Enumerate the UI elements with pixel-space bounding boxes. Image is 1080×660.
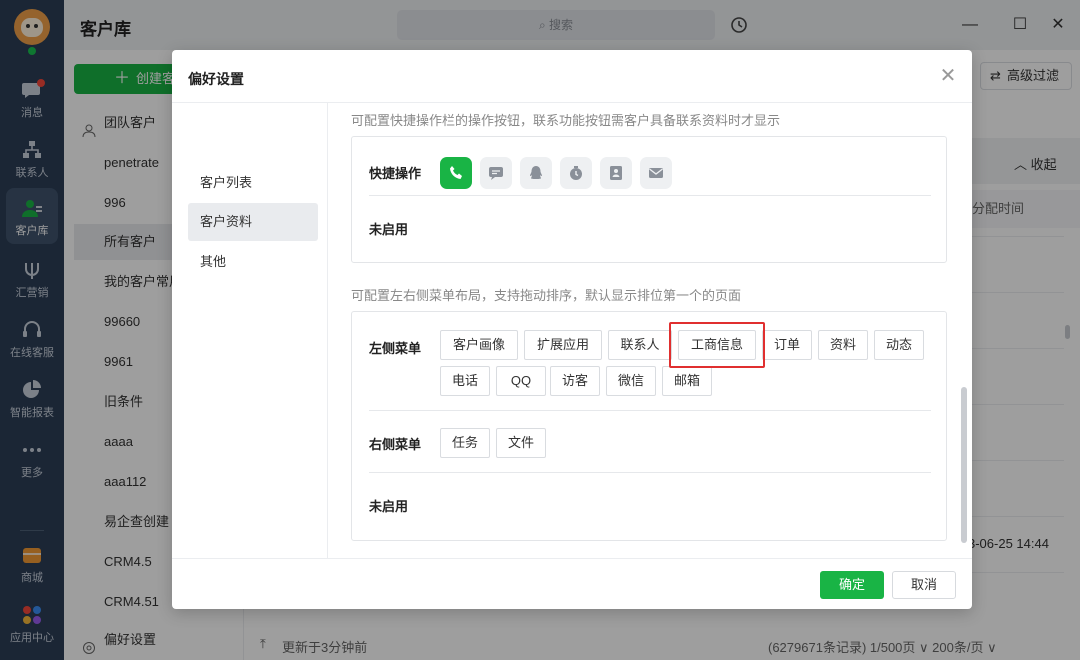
menu-layout-card: 左侧菜单 客户画像 扩展应用 联系人 工商信息 订单 资料 动态 电话 QQ 访… <box>351 311 947 541</box>
unused-label: 未启用 <box>369 222 409 237</box>
nav-item-other[interactable]: 其他 <box>188 243 318 281</box>
qq-penguin-icon[interactable] <box>520 157 552 189</box>
settings-content: 可配置快捷操作栏的操作按钮，联系功能按钮需客户具备联系资料时才显示 快捷操作 未… <box>329 103 972 558</box>
highlight-box <box>669 322 765 368</box>
message-icon[interactable] <box>480 157 512 189</box>
menu-tag[interactable]: QQ <box>496 366 546 396</box>
settings-nav: 客户列表 客户资料 其他 <box>172 103 328 558</box>
nav-item-customer-profile[interactable]: 客户资料 <box>188 203 318 241</box>
menu-tag[interactable]: 订单 <box>762 330 812 360</box>
menu-tag[interactable]: 扩展应用 <box>524 330 602 360</box>
menu-tag[interactable]: 任务 <box>440 428 490 458</box>
cancel-button[interactable]: 取消 <box>892 571 956 599</box>
divider <box>369 472 931 473</box>
quick-actions-label: 快捷操作 <box>369 166 422 181</box>
menu-tag[interactable]: 联系人 <box>608 330 672 360</box>
left-menu-label: 左侧菜单 <box>369 341 422 356</box>
quick-actions-card: 快捷操作 未启用 <box>351 136 947 263</box>
email-icon[interactable] <box>640 157 672 189</box>
unused-label: 未启用 <box>369 499 409 514</box>
quick-actions-hint: 可配置快捷操作栏的操作按钮，联系功能按钮需客户具备联系资料时才显示 <box>351 113 781 128</box>
menu-tag[interactable]: 邮箱 <box>662 366 712 396</box>
divider <box>172 558 972 559</box>
confirm-button[interactable]: 确定 <box>820 571 884 599</box>
close-icon[interactable]: ✕ <box>938 66 958 86</box>
menu-tag[interactable]: 文件 <box>496 428 546 458</box>
dialog-title: 偏好设置 <box>188 71 244 87</box>
menu-tag[interactable]: 客户画像 <box>440 330 518 360</box>
phone-icon[interactable] <box>440 157 472 189</box>
menu-tag[interactable]: 资料 <box>818 330 868 360</box>
right-menu-label: 右侧菜单 <box>369 437 422 452</box>
preferences-dialog: 偏好设置 ✕ 客户列表 客户资料 其他 可配置快捷操作栏的操作按钮，联系功能按钮… <box>172 50 972 609</box>
timer-icon[interactable] <box>560 157 592 189</box>
nav-item-customer-list[interactable]: 客户列表 <box>188 164 318 202</box>
divider <box>369 195 931 196</box>
menu-tag[interactable]: 访客 <box>550 366 600 396</box>
contact-card-icon[interactable] <box>600 157 632 189</box>
menu-layout-hint: 可配置左右侧菜单布局，支持拖动排序，默认显示排位第一个的页面 <box>351 288 742 303</box>
content-scrollbar[interactable] <box>961 387 967 543</box>
divider <box>369 410 931 411</box>
menu-tag[interactable]: 微信 <box>606 366 656 396</box>
menu-tag[interactable]: 电话 <box>440 366 490 396</box>
menu-tag[interactable]: 动态 <box>874 330 924 360</box>
